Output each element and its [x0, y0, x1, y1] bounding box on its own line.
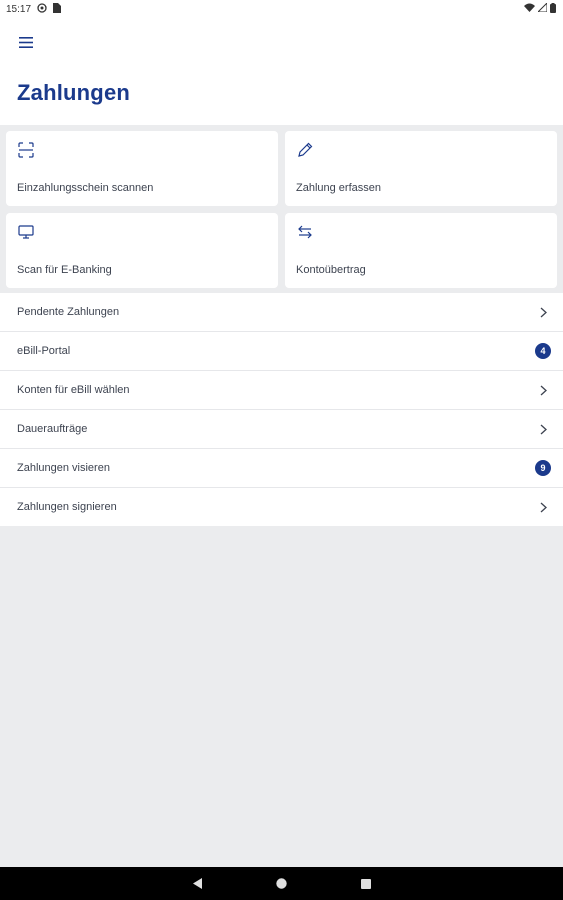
battery-icon [550, 2, 556, 16]
list-item-label: Zahlungen signieren [17, 501, 117, 513]
signal-icon [536, 1, 548, 15]
list-item-approve-payments[interactable]: Zahlungen visieren 9 [0, 449, 563, 488]
tile-label: Kontoübertrag [296, 264, 366, 276]
tile-label: Einzahlungsschein scannen [17, 182, 154, 194]
settings-circle-icon [37, 2, 47, 16]
page-title: Zahlungen [17, 80, 131, 105]
list-item-pending-payments[interactable]: Pendente Zahlungen [0, 293, 563, 332]
tile-account-transfer[interactable]: Kontoübertrag [285, 213, 557, 288]
scan-frame-icon [17, 141, 35, 159]
status-time: 15:17 [6, 3, 32, 15]
back-icon[interactable] [191, 877, 205, 891]
hamburger-menu-icon[interactable] [14, 30, 38, 54]
list-item-label: Daueraufträge [17, 423, 88, 435]
list-item-label: Pendente Zahlungen [17, 306, 120, 318]
transfer-arrows-icon [296, 223, 314, 241]
wifi-icon [524, 3, 535, 15]
list-item-sign-payments[interactable]: Zahlungen signieren [0, 488, 563, 526]
recents-icon[interactable] [359, 877, 373, 891]
list-item-label: Zahlungen visieren [17, 462, 110, 474]
count-badge: 9 [535, 460, 551, 476]
tile-scan-for-ebanking[interactable]: Scan für E-Banking [6, 213, 278, 288]
pencil-icon [296, 141, 314, 159]
chevron-right-icon [536, 422, 550, 436]
count-badge: 4 [535, 343, 551, 359]
tile-enter-payment[interactable]: Zahlung erfassen [285, 131, 557, 206]
app-header: Zahlungen [0, 18, 563, 125]
payments-menu-list: Pendente Zahlungen eBill-Portal 4 Konten… [0, 293, 563, 526]
system-nav-bar [0, 867, 563, 900]
chevron-right-icon [536, 305, 550, 319]
list-item-label: eBill-Portal [17, 345, 71, 357]
tile-label: Zahlung erfassen [296, 182, 381, 194]
home-icon[interactable] [275, 877, 289, 891]
list-item-ebill-accounts[interactable]: Konten für eBill wählen [0, 371, 563, 410]
tile-label: Scan für E-Banking [17, 264, 112, 276]
chevron-right-icon [536, 500, 550, 514]
status-bar: 15:17 [0, 0, 563, 18]
list-item-standing-orders[interactable]: Daueraufträge [0, 410, 563, 449]
sim-card-icon [53, 2, 62, 16]
list-item-label: Konten für eBill wählen [17, 384, 130, 396]
monitor-icon [17, 223, 35, 241]
list-item-ebill-portal[interactable]: eBill-Portal 4 [0, 332, 563, 371]
tile-scan-payment-slip[interactable]: Einzahlungsschein scannen [6, 131, 278, 206]
chevron-right-icon [536, 383, 550, 397]
